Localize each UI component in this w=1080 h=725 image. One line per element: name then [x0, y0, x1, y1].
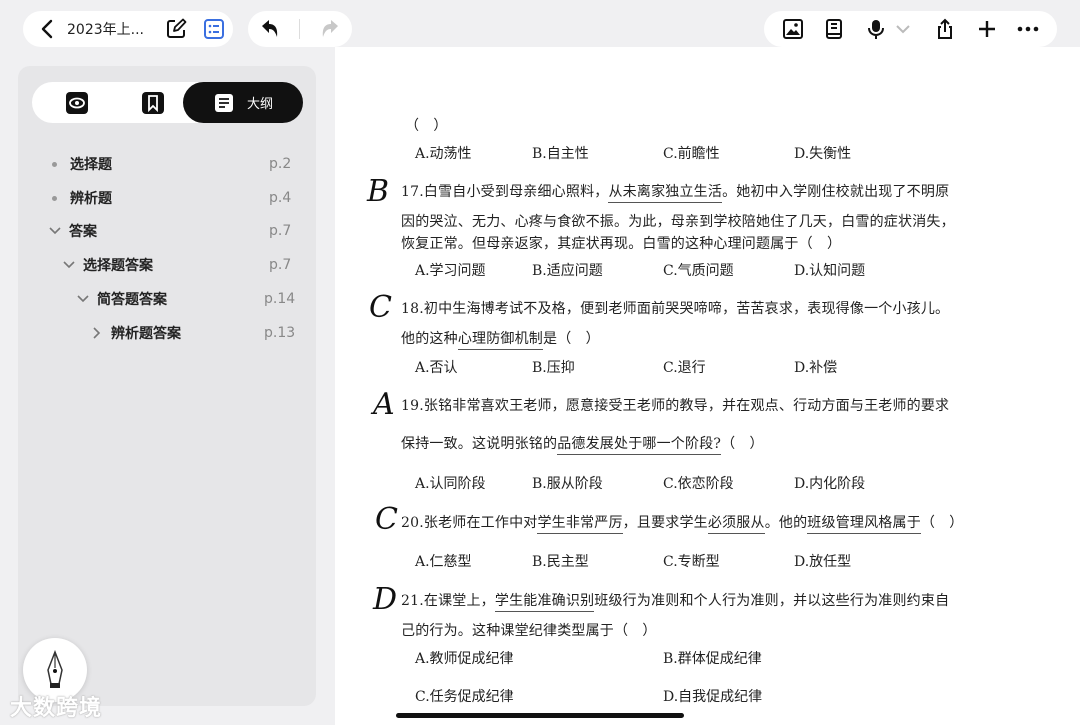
q18-option-b: B.压抑	[532, 360, 575, 376]
document-page: （ ） A.动荡性 B.自主性 C.前瞻性 D.失衡性 B 17.白雪自小受到母…	[335, 47, 1080, 725]
q16-paren: （ ）	[405, 118, 448, 134]
title-pill: 2023年上...	[23, 11, 233, 47]
handwritten-answer-q18: C	[369, 290, 392, 325]
outline-item-choice[interactable]: 选择题 p.2	[52, 154, 291, 174]
chevron-down-icon[interactable]	[76, 295, 90, 303]
outline-item-page: p.13	[264, 325, 296, 341]
q19-option-c: C.依恋阶段	[663, 476, 734, 492]
q19-option-a: A.认同阶段	[415, 476, 486, 492]
outline-item-label: 选择题答案	[83, 258, 153, 274]
tools-pill	[764, 11, 1057, 47]
q17-line-1: 17.白雪自小受到母亲细心照料，从未离家独立生活。她初中入学刚住校就出现了不明原	[401, 181, 949, 203]
q18-option-c: C.退行	[663, 360, 706, 376]
outline-item-page: p.7	[269, 223, 292, 239]
home-indicator[interactable]	[396, 713, 684, 718]
chevron-down-icon[interactable]	[48, 227, 62, 235]
q19-option-b: B.服从阶段	[532, 476, 603, 492]
tab-outline[interactable]: 大纲	[183, 82, 303, 123]
q21-option-b: B.群体促成纪律	[663, 651, 762, 667]
outline-item-page: p.2	[269, 156, 292, 172]
outline-item-label: 简答题答案	[97, 292, 167, 308]
q17-line-2: 因的哭泣、无力、心疼与食欲不振。为此，母亲到学校陪她住了几天，白雪的症状消失，	[401, 214, 955, 230]
outline-icon	[214, 93, 233, 112]
outline-item-label: 选择题	[70, 157, 112, 173]
eye-icon	[66, 91, 88, 114]
outline-sidebar: 大纲 选择题 p.2 辨析题 p.4 答案 p.7 选择题答案 p.7 简答题答…	[18, 66, 316, 706]
chevron-down-icon[interactable]	[889, 15, 917, 43]
tab-bookmarks[interactable]	[122, 82, 184, 123]
handwritten-answer-q19: A	[373, 387, 395, 422]
outline-item-page: p.7	[269, 257, 292, 273]
q17-option-c: C.气质问题	[663, 263, 734, 279]
mic-icon[interactable]	[862, 15, 890, 43]
document-title[interactable]: 2023年上...	[67, 19, 144, 39]
list-icon[interactable]	[200, 15, 228, 43]
sidebar-tab-switcher: 大纲	[32, 82, 303, 123]
q20-option-c: C.专断型	[663, 554, 720, 570]
q16-option-d: D.失衡性	[794, 146, 852, 162]
watermark: 大数跨境	[10, 696, 103, 721]
q21-option-d: D.自我促成纪律	[663, 689, 763, 705]
chevron-down-icon[interactable]	[62, 261, 76, 269]
outline-item-short-answers[interactable]: 简答题答案 p.14	[76, 289, 295, 309]
q20-option-b: B.民主型	[532, 554, 589, 570]
outline-item-page: p.14	[264, 291, 296, 307]
more-icon[interactable]	[1014, 15, 1042, 43]
q17-option-a: A.学习问题	[415, 263, 486, 279]
divider	[299, 19, 301, 39]
image-icon[interactable]	[779, 15, 807, 43]
q20-option-a: A.仁慈型	[415, 554, 472, 570]
tab-thumbnails[interactable]	[46, 82, 108, 123]
q18-line-2: 他的这种心理防御机制是（ ）	[401, 328, 600, 350]
back-icon[interactable]	[33, 15, 61, 43]
bullet-icon	[52, 161, 57, 167]
share-icon[interactable]	[931, 15, 959, 43]
q21-option-c: C.任务促成纪律	[415, 689, 514, 705]
handwritten-answer-q20: C	[375, 502, 398, 537]
outline-item-page: p.4	[269, 190, 292, 206]
q21-line-1: 21.在课堂上，学生能准确识别班级行为准则和个人行为准则，并以这些行为准则约束自	[401, 590, 949, 612]
q16-option-a: A.动荡性	[415, 146, 472, 162]
q17-option-d: D.认知问题	[794, 263, 866, 279]
handwritten-answer-q21: D	[373, 582, 398, 617]
q21-line-2: 己的行为。这种课堂纪律类型属于（ ）	[401, 623, 657, 639]
edit-icon[interactable]	[162, 15, 190, 43]
q16-option-b: B.自主性	[532, 146, 589, 162]
q19-option-d: D.内化阶段	[794, 476, 866, 492]
q20-option-d: D.放任型	[794, 554, 852, 570]
bullet-icon	[52, 195, 57, 201]
bookmark-icon	[142, 91, 164, 114]
redo-icon[interactable]	[316, 15, 344, 43]
outline-item-answers[interactable]: 答案 p.7	[48, 221, 291, 241]
undo-redo-pill	[248, 11, 352, 47]
q18-option-a: A.否认	[415, 360, 458, 376]
outline-item-label: 辨析题	[70, 191, 112, 207]
q21-option-a: A.教师促成纪律	[415, 651, 514, 667]
q17-line-3: 恢复正常。但母亲返家，其症状再现。白雪的这种心理问题属于（ ）	[401, 236, 842, 252]
chevron-right-icon[interactable]	[90, 327, 104, 339]
undo-icon[interactable]	[256, 15, 284, 43]
outline-item-label: 辨析题答案	[111, 326, 181, 342]
q19-line-2: 保持一致。这说明张铭的品德发展处于哪一个阶段?（ ）	[401, 433, 764, 455]
q16-option-c: C.前瞻性	[663, 146, 720, 162]
outline-item-analysis-answers[interactable]: 辨析题答案 p.13	[90, 323, 295, 343]
plus-icon[interactable]	[973, 15, 1001, 43]
fountain-pen-icon	[47, 650, 63, 688]
outline-item-label: 答案	[69, 224, 97, 240]
tab-outline-label: 大纲	[246, 97, 273, 112]
handwritten-answer-q17: B	[367, 174, 390, 209]
q19-line-1: 19.张铭非常喜欢王老师，愿意接受王老师的教导，并在观点、行动方面与王老师的要求	[401, 398, 950, 414]
q18-option-d: D.补偿	[794, 360, 838, 376]
book-icon[interactable]	[820, 15, 848, 43]
q18-line-1: 18.初中生海博考试不及格，便到老师面前哭哭啼啼，苦苦哀求，表现得像一个小孩儿。	[401, 301, 950, 317]
q20-line-1: 20.张老师在工作中对学生非常严厉，且要求学生必须服从。他的班级管理风格属于（ …	[401, 512, 964, 534]
outline-item-analysis[interactable]: 辨析题 p.4	[52, 188, 291, 208]
outline-item-choice-answers[interactable]: 选择题答案 p.7	[62, 255, 291, 275]
q17-option-b: B.适应问题	[532, 263, 603, 279]
